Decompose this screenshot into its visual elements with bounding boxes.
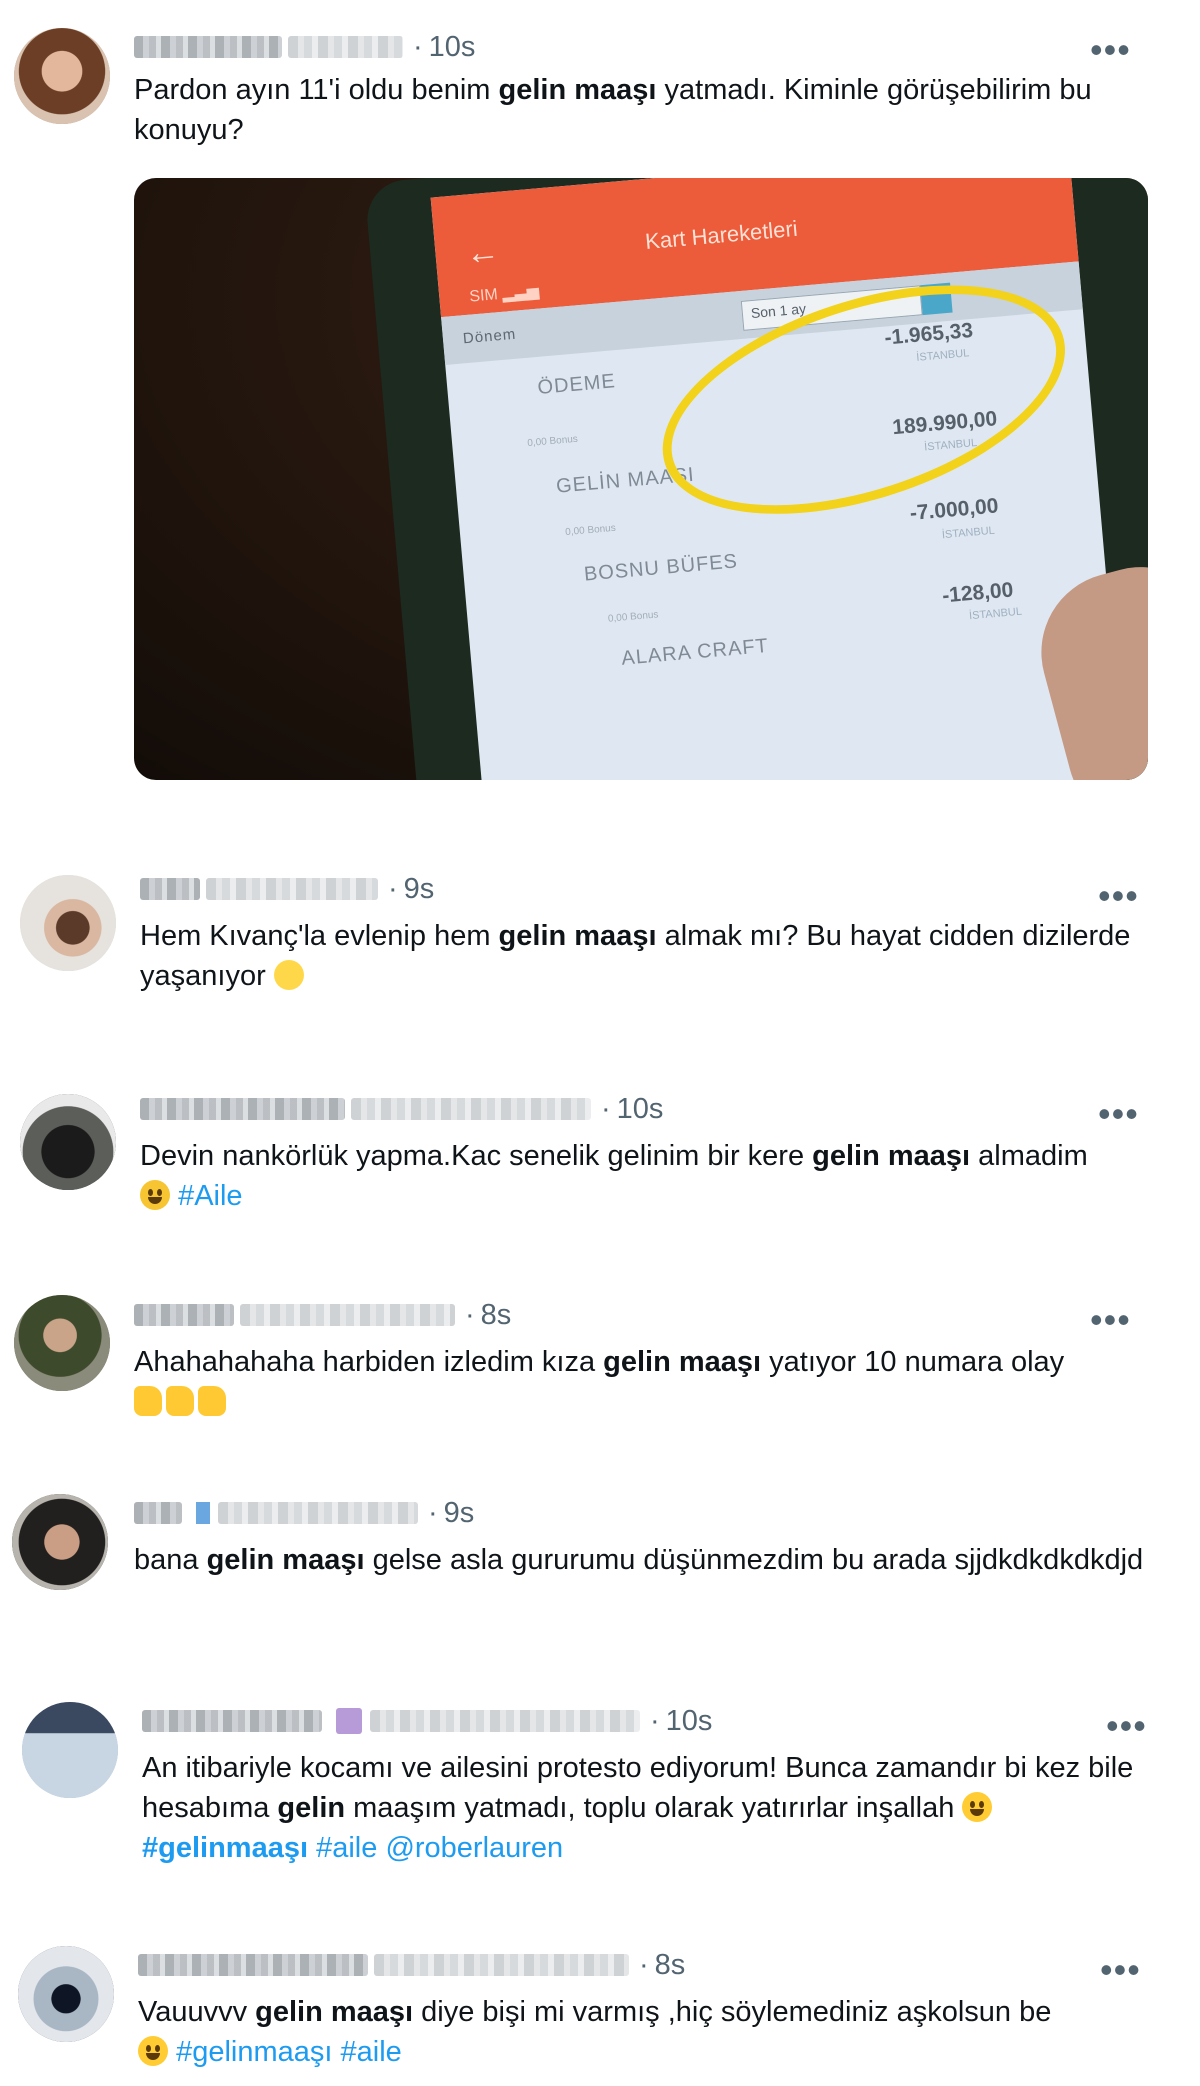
tweet-text: Devin nankörlük yapma.Kac senelik gelini…	[140, 1140, 1088, 1212]
avatar-pixelated-image	[20, 1094, 116, 1190]
mention-link[interactable]: @roberlauren	[385, 1832, 563, 1864]
hashtag-link[interactable]: #gelinmaaşı	[176, 2036, 332, 2068]
grinning-face-emoji-icon	[140, 1180, 170, 1210]
tweet-text: Hem Kıvanç'la evlenip hem gelin maaşı al…	[140, 920, 1131, 992]
back-arrow-icon: ←	[463, 231, 502, 273]
hashtag-link[interactable]: #aile	[341, 2036, 402, 2068]
avatar[interactable]	[14, 28, 110, 124]
tweet-text: Ahahahahaha harbiden izledim kıza gelin …	[134, 1342, 1154, 1422]
tweet-text: Vauuvvv gelin maaşı diye bişi mi varmış …	[138, 1996, 1052, 2068]
phone-emoji-icon	[196, 1502, 210, 1524]
transaction-city: İSTANBUL	[968, 605, 1023, 623]
author-name[interactable]: · 8s	[134, 1299, 512, 1332]
more-options-icon[interactable]: •••	[1098, 1096, 1139, 1132]
timestamp[interactable]: 9s	[404, 873, 435, 906]
thumbs-up-emoji-icon	[166, 1386, 194, 1416]
avatar[interactable]	[20, 1094, 116, 1190]
avatar-pixelated-image	[18, 1946, 114, 2042]
author-name[interactable]: · 8s	[138, 1949, 686, 1982]
more-options-icon[interactable]: •••	[1098, 878, 1139, 914]
tweet-text: bana gelin maaşı gelse asla gururumu düş…	[134, 1544, 1144, 1576]
transaction-merchant: ÖDEME	[536, 370, 617, 399]
avatar-pixelated-image	[12, 1494, 108, 1590]
hatching-chick-emoji-icon	[273, 960, 304, 990]
avatar-pixelated-image	[20, 875, 116, 971]
thumbs-up-emoji-icon	[134, 1386, 162, 1416]
avatar-pixelated-image	[14, 28, 110, 124]
avatar[interactable]	[20, 875, 116, 971]
timestamp[interactable]: 8s	[481, 1299, 512, 1332]
timestamp[interactable]: 10s	[429, 31, 476, 64]
more-options-icon[interactable]: •••	[1106, 1708, 1147, 1744]
transaction-city: İSTANBUL	[941, 524, 996, 542]
timestamp[interactable]: 8s	[655, 1949, 686, 1982]
transaction-merchant: BOSNU BÜFES	[583, 550, 739, 586]
avatar-pixelated-image	[22, 1702, 118, 1798]
transaction-merchant: ALARA CRAFT	[620, 634, 770, 670]
author-name[interactable]: · 10s	[140, 1093, 664, 1126]
hashtag-link[interactable]: #Aile	[178, 1180, 243, 1212]
tears-of-joy-emoji-icon	[962, 1792, 993, 1822]
author-name[interactable]: · 10s	[134, 31, 476, 64]
timestamp[interactable]: 10s	[617, 1093, 664, 1126]
phone-image: ← Kart Hareketleri SIM ▂▃▅ Dönem Son 1 a…	[364, 178, 1148, 780]
more-options-icon[interactable]: •••	[1100, 1952, 1141, 1988]
avatar[interactable]	[14, 1295, 110, 1391]
hashtag-link[interactable]: #gelinmaaşı	[142, 1832, 308, 1864]
avatar-pixelated-image	[14, 1295, 110, 1391]
transaction-bonus: 0,00 Bonus	[607, 609, 659, 625]
transaction-amount: -7.000,00	[908, 494, 1000, 525]
timestamp[interactable]: 10s	[666, 1705, 713, 1738]
author-name[interactable]: · 10s	[142, 1705, 713, 1738]
avatar[interactable]	[22, 1702, 118, 1798]
tweet-text: An itibariyle kocamı ve ailesini protest…	[142, 1752, 1134, 1864]
transaction-bonus: 0,00 Bonus	[526, 433, 579, 450]
hashtag-link[interactable]: #aile	[316, 1832, 377, 1864]
author-name[interactable]: · 9s	[134, 1497, 475, 1530]
transaction-bonus: 0,00 Bonus	[564, 522, 617, 539]
purple-square-emoji-icon	[336, 1708, 362, 1734]
tweet-media-image[interactable]: ← Kart Hareketleri SIM ▂▃▅ Dönem Son 1 a…	[134, 178, 1148, 780]
thumbs-up-emoji-icon	[198, 1386, 226, 1416]
banking-app-screen: ← Kart Hareketleri SIM ▂▃▅ Dönem Son 1 a…	[430, 178, 1126, 780]
tweet-text: Pardon ayın 11'i oldu benim gelin maaşı …	[134, 74, 1092, 146]
timestamp[interactable]: 9s	[444, 1497, 475, 1530]
avatar[interactable]	[12, 1494, 108, 1590]
more-options-icon[interactable]: •••	[1090, 1302, 1131, 1338]
avatar[interactable]	[18, 1946, 114, 2042]
author-name[interactable]: · 9s	[140, 873, 435, 906]
transaction-amount: -128,00	[941, 578, 1015, 608]
tears-of-joy-emoji-icon	[138, 2036, 168, 2066]
more-options-icon[interactable]: •••	[1090, 32, 1131, 68]
